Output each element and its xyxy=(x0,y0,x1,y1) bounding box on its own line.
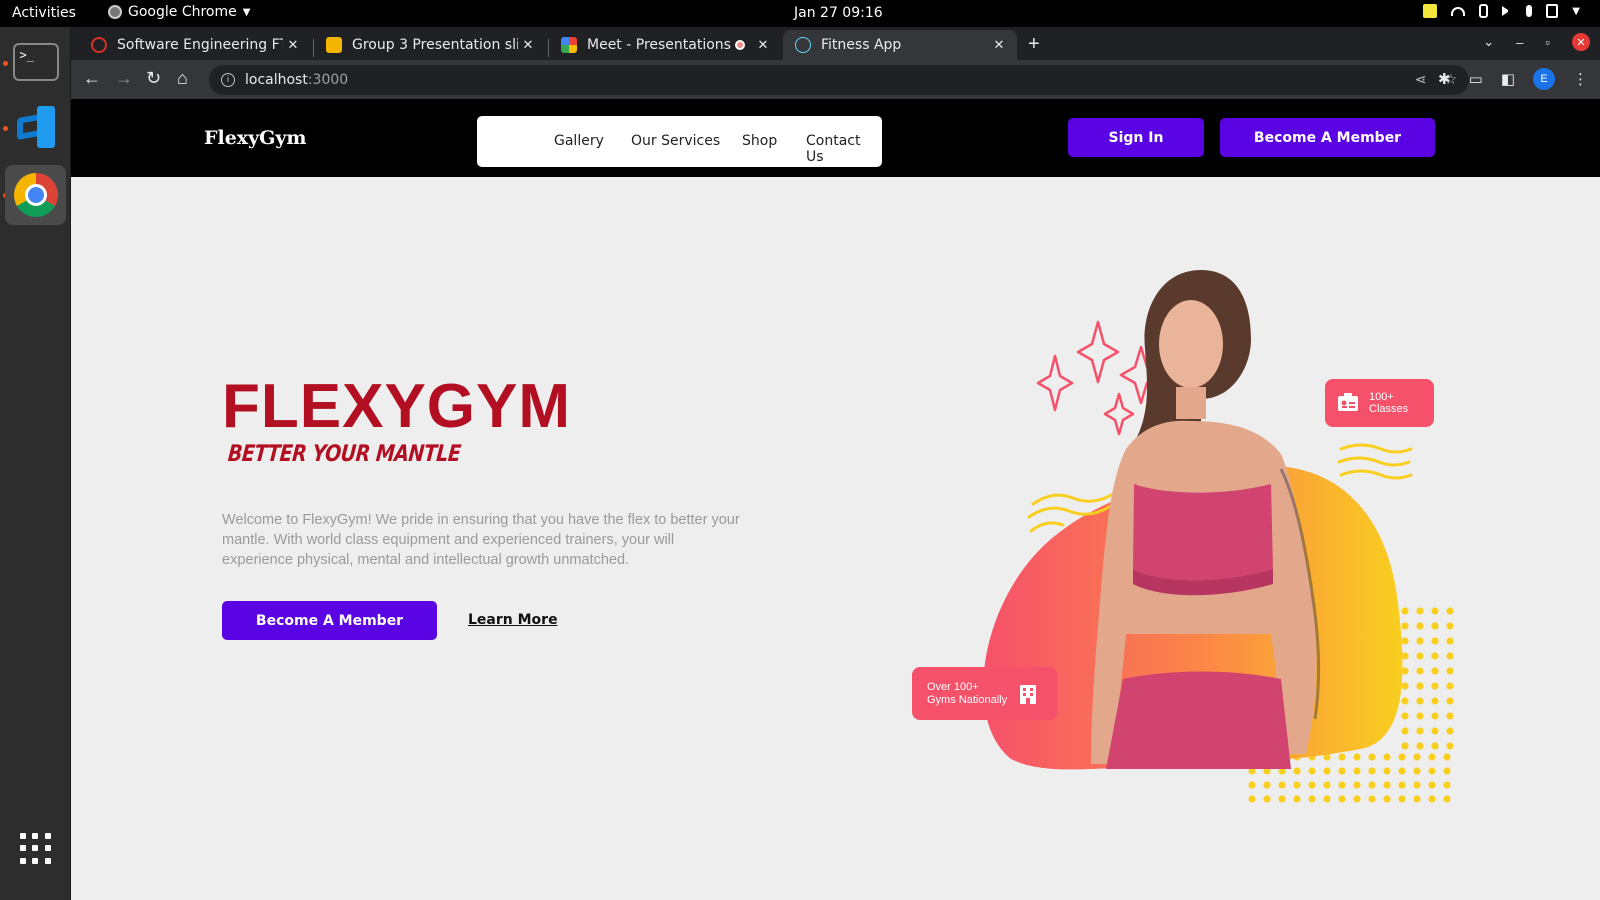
close-icon[interactable]: ✕ xyxy=(283,38,303,53)
side-panel-icon[interactable]: ◧ xyxy=(1501,70,1515,88)
classes-count: 100+ xyxy=(1369,391,1394,403)
hero-title: FLEXYGYM xyxy=(222,372,572,441)
reload-icon[interactable]: ↻ xyxy=(146,68,161,89)
site-info-icon[interactable]: i xyxy=(221,73,235,87)
favicon-icon xyxy=(91,37,107,53)
new-tab-button[interactable]: + xyxy=(1028,33,1040,56)
clock[interactable]: Jan 27 09:16 xyxy=(794,5,883,21)
more-menu-icon[interactable]: ⋮ xyxy=(1573,70,1588,88)
toolbar-actions: ✱ ▭ ◧ E ⋮ xyxy=(1438,68,1588,90)
tab-title: Meet - Presentations xyxy=(587,37,731,53)
system-tray[interactable]: ▼ xyxy=(1423,4,1580,18)
dock: >_ xyxy=(0,27,71,900)
favicon-icon xyxy=(326,37,342,53)
hero-description: Welcome to FlexyGym! We pride in ensurin… xyxy=(222,512,740,568)
tab-search-icon[interactable]: ⌄ xyxy=(1483,34,1494,50)
chrome-icon xyxy=(13,173,58,217)
url-host: localhost xyxy=(245,72,308,88)
system-top-bar: Activities Google Chrome ▼ Jan 27 09:16 … xyxy=(0,0,1600,27)
tab-fitness-app[interactable]: Fitness App ✕ xyxy=(783,30,1017,60)
minimize-button[interactable]: – xyxy=(1516,35,1523,50)
app-menu[interactable]: Google Chrome ▼ xyxy=(108,4,250,20)
sign-in-button[interactable]: Sign In xyxy=(1068,118,1204,157)
header-become-member-button[interactable]: Become A Member xyxy=(1220,118,1435,157)
close-window-button[interactable]: ✕ xyxy=(1572,33,1590,51)
chevron-down-icon[interactable]: ▼ xyxy=(1572,6,1580,17)
gyms-label: Gyms Nationally xyxy=(927,693,1008,706)
nav-our-services[interactable]: Our Services xyxy=(631,133,720,149)
web-page: FlexyGym Gallery Our Services Shop Conta… xyxy=(71,99,1600,900)
url-port: :3000 xyxy=(307,72,349,88)
react-favicon-icon xyxy=(795,37,811,53)
main-nav: Gallery Our Services Shop Contact Us xyxy=(477,116,882,167)
dock-chrome[interactable] xyxy=(5,165,66,225)
tab-software-engineering[interactable]: Software Engineering FT ✕ xyxy=(79,30,311,60)
athlete-photo xyxy=(1091,270,1321,769)
maximize-button[interactable]: ▫ xyxy=(1545,35,1550,50)
address-bar[interactable]: i localhost:3000 ⋖ ☆ xyxy=(209,65,1469,95)
bluetooth-icon[interactable] xyxy=(1479,4,1489,18)
recording-icon xyxy=(735,40,745,50)
tab-group-3-presentation[interactable]: Group 3 Presentation slid ✕ xyxy=(314,30,546,60)
dock-terminal[interactable]: >_ xyxy=(5,32,66,92)
dock-vscode[interactable] xyxy=(5,97,66,157)
battery-icon[interactable] xyxy=(1546,4,1559,18)
back-arrow-icon[interactable]: ← xyxy=(83,68,101,89)
nav-contact-us[interactable]: Contact Us xyxy=(806,133,882,165)
window-controls: ⌄ – ▫ ✕ xyxy=(1483,33,1590,51)
close-icon[interactable]: ✕ xyxy=(518,38,538,53)
learn-more-link[interactable]: Learn More xyxy=(468,612,558,628)
tab-strip: Software Engineering FT ✕ Group 3 Presen… xyxy=(71,27,1600,60)
profile-avatar[interactable]: E xyxy=(1533,68,1555,90)
site-logo[interactable]: FlexyGym xyxy=(204,127,307,149)
sparkle-stars-icon xyxy=(1036,320,1163,436)
close-icon[interactable]: ✕ xyxy=(753,38,773,53)
classes-badge: 100+ Classes xyxy=(1325,379,1434,427)
app-name: Google Chrome xyxy=(128,4,237,20)
tab-meet-presentations[interactable]: Meet - Presentations ✕ xyxy=(549,30,781,60)
cast-icon[interactable]: ▭ xyxy=(1469,70,1483,88)
gyms-badge: Over 100+ Gyms Nationally xyxy=(912,667,1057,720)
notes-icon[interactable] xyxy=(1423,4,1438,18)
tab-title: Group 3 Presentation slid xyxy=(352,37,518,53)
building-icon xyxy=(1017,683,1039,705)
browser-toolbar: ← → ↻ ⌂ i localhost:3000 ⋖ ☆ ✱ ▭ ◧ E ⋮ xyxy=(71,60,1600,99)
nav-shop[interactable]: Shop xyxy=(742,133,777,149)
extensions-puzzle-icon[interactable]: ✱ xyxy=(1438,70,1451,88)
tab-title: Fitness App xyxy=(821,37,902,53)
activities-button[interactable]: Activities xyxy=(12,5,76,21)
hero-illustration xyxy=(983,270,1454,803)
site-header: FlexyGym Gallery Our Services Shop Conta… xyxy=(71,99,1600,177)
vscode-icon xyxy=(15,106,57,148)
show-apps-icon[interactable] xyxy=(20,833,52,865)
nav-gallery[interactable]: Gallery xyxy=(554,133,604,149)
wifi-icon[interactable] xyxy=(1451,6,1466,16)
favicon-icon xyxy=(561,37,577,53)
volume-icon[interactable] xyxy=(1502,6,1512,16)
classes-label: Classes xyxy=(1369,403,1409,415)
browser-window: Software Engineering FT ✕ Group 3 Presen… xyxy=(71,27,1600,99)
hero-become-member-button[interactable]: Become A Member xyxy=(222,601,437,640)
forward-arrow-icon[interactable]: → xyxy=(115,68,133,89)
tab-title: Software Engineering FT xyxy=(117,37,283,53)
microphone-icon[interactable] xyxy=(1526,5,1533,17)
terminal-icon: >_ xyxy=(12,43,59,81)
home-icon[interactable]: ⌂ xyxy=(177,68,188,89)
close-icon[interactable]: ✕ xyxy=(989,38,1009,53)
share-icon[interactable]: ⋖ xyxy=(1415,72,1427,88)
gyms-count: Over 100+ xyxy=(927,680,979,693)
id-card-icon xyxy=(1337,392,1359,414)
hero-subtitle: BETTER YOUR MANTLE xyxy=(226,440,462,468)
chevron-down-icon: ▼ xyxy=(242,6,251,18)
chrome-small-icon xyxy=(108,5,122,19)
